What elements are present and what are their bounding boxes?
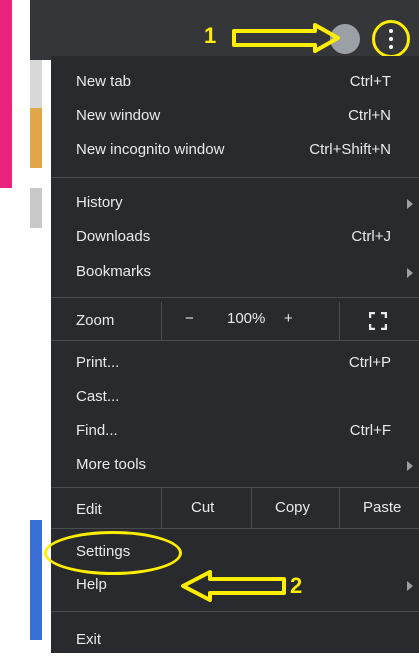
annotation-arrow-2	[181, 570, 286, 602]
annotation-arrows	[181, 23, 340, 602]
annotation-arrow-1	[232, 23, 340, 53]
